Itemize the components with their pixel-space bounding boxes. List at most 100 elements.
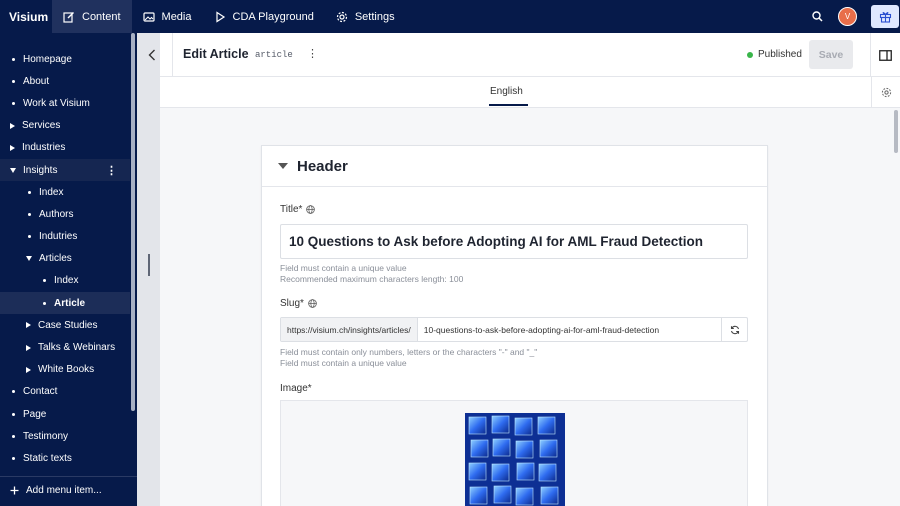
nav-settings[interactable]: Settings bbox=[325, 0, 406, 33]
sidebar-item-homepage[interactable]: Homepage bbox=[0, 48, 130, 70]
title-hint-length: Recommended maximum characters length: 1… bbox=[280, 273, 464, 284]
sidebar-item-insights[interactable]: Insights ⋮ bbox=[0, 158, 130, 182]
editor-main: Header Title* 10 Questions to Ask before… bbox=[160, 108, 900, 506]
caret-right-icon[interactable] bbox=[26, 366, 31, 373]
add-menu-item-label: Add menu item... bbox=[26, 485, 102, 496]
bullet-icon bbox=[12, 79, 15, 83]
caret-down-icon[interactable] bbox=[10, 167, 16, 173]
sidebar-item-label: Indutries bbox=[39, 231, 78, 243]
caret-right-icon[interactable] bbox=[26, 322, 31, 329]
refresh-icon bbox=[730, 325, 739, 334]
language-tabs: English bbox=[160, 77, 900, 108]
image-field[interactable] bbox=[280, 400, 748, 506]
regenerate-slug-button[interactable] bbox=[721, 318, 747, 341]
edit-icon bbox=[63, 11, 75, 23]
slug-hint-characters: Field must contain only numbers, letters… bbox=[280, 347, 538, 357]
add-menu-item-button[interactable]: Add menu item... bbox=[10, 485, 102, 496]
panel-splitter[interactable] bbox=[137, 33, 160, 506]
sidebar-item-label: Industries bbox=[22, 142, 66, 154]
bullet-icon bbox=[28, 212, 31, 216]
brand-logo[interactable]: Visium bbox=[0, 10, 52, 24]
status-label: Published bbox=[758, 49, 802, 60]
sidebar-item-label: Index bbox=[54, 275, 79, 287]
slug-field: https://visium.ch/insights/articles/ 10-… bbox=[280, 317, 748, 342]
slug-field-label: Slug* bbox=[280, 298, 317, 309]
sidebar-item-article[interactable]: Article bbox=[0, 292, 130, 315]
nav-cda-label: CDA Playground bbox=[232, 10, 314, 23]
bullet-icon bbox=[28, 190, 31, 194]
nav-content-label: Content bbox=[82, 10, 121, 23]
status-dot bbox=[747, 51, 753, 58]
caret-right-icon[interactable] bbox=[10, 144, 15, 151]
sidebar-item-label: Contact bbox=[23, 386, 58, 398]
bullet-icon bbox=[43, 301, 46, 305]
sidebar-scrollbar[interactable] bbox=[131, 33, 135, 411]
back-divider bbox=[160, 33, 173, 77]
bullet-icon bbox=[43, 279, 46, 283]
more-options-icon[interactable]: ⋮ bbox=[106, 164, 117, 177]
back-button[interactable] bbox=[145, 33, 159, 77]
language-settings-button[interactable] bbox=[871, 77, 900, 108]
sidebar-item-contact[interactable]: Contact bbox=[0, 381, 130, 403]
content-tree: Homepage About Work at Visium Services Indus… bbox=[0, 48, 130, 470]
sidebar-item-industries[interactable]: Industries bbox=[0, 137, 130, 159]
splitter-handle[interactable] bbox=[148, 254, 150, 276]
gear-icon bbox=[881, 87, 891, 98]
top-bar: Visium Content Media CDA Playground Sett… bbox=[0, 0, 900, 33]
toggle-side-panel-button[interactable] bbox=[870, 33, 900, 77]
caret-down-icon[interactable] bbox=[26, 256, 32, 262]
sidebar-item-label: Case Studies bbox=[38, 319, 98, 331]
sidebar-item-talks-webinars[interactable]: Talks & Webinars bbox=[0, 336, 130, 358]
sidebar-item-label: Static texts bbox=[23, 452, 72, 464]
chevron-left-icon bbox=[148, 49, 155, 60]
sidebar-item-label: Article bbox=[54, 297, 86, 309]
sidebar-item-articles[interactable]: Articles bbox=[0, 248, 130, 270]
sidebar-item-services[interactable]: Services bbox=[0, 115, 130, 137]
sidebar-item-indutries[interactable]: Indutries bbox=[0, 226, 130, 248]
sidebar-item-page[interactable]: Page bbox=[0, 403, 130, 425]
sidebar-item-label: Authors bbox=[39, 208, 74, 220]
sidebar-item-label: Testimony bbox=[23, 430, 69, 442]
slug-input[interactable]: 10-questions-to-ask-before-adopting-ai-f… bbox=[418, 325, 721, 335]
nav-media-label: Media bbox=[161, 10, 192, 23]
avatar[interactable]: V bbox=[838, 7, 857, 26]
sidebar-divider bbox=[0, 476, 137, 477]
title-input[interactable]: 10 Questions to Ask before Adopting AI f… bbox=[280, 224, 748, 259]
sidebar-item-label: Insights bbox=[23, 164, 58, 176]
sidebar-item-work-at-visium[interactable]: Work at Visium bbox=[0, 92, 130, 114]
sidebar-item-index[interactable]: Index bbox=[0, 181, 130, 203]
title-hint-unique: Field must contain a unique value bbox=[280, 263, 407, 273]
sidebar-item-about[interactable]: About bbox=[0, 70, 130, 92]
sidebar-item-index[interactable]: Index bbox=[0, 270, 130, 292]
image-thumbnail[interactable] bbox=[465, 413, 565, 506]
title-label-text: Title* bbox=[280, 204, 303, 215]
search-icon bbox=[811, 11, 823, 22]
nav-content[interactable]: Content bbox=[52, 0, 132, 33]
caret-right-icon[interactable] bbox=[10, 122, 15, 129]
bullet-icon bbox=[12, 456, 15, 460]
whats-new-button[interactable] bbox=[871, 5, 899, 28]
collapse-caret-icon[interactable] bbox=[278, 163, 288, 169]
sidebar-item-label: Articles bbox=[39, 253, 72, 265]
caret-right-icon[interactable] bbox=[26, 344, 31, 351]
section-header[interactable]: Header bbox=[262, 146, 767, 187]
sidebar-item-static-texts[interactable]: Static texts bbox=[0, 447, 130, 469]
image-preview bbox=[465, 413, 565, 506]
search-button[interactable] bbox=[802, 0, 832, 33]
more-options-icon[interactable]: ⋮ bbox=[307, 47, 318, 60]
tab-english[interactable]: English bbox=[490, 86, 523, 97]
sidebar-item-authors[interactable]: Authors bbox=[0, 203, 130, 225]
main-scrollbar[interactable] bbox=[894, 110, 898, 153]
image-label-text: Image* bbox=[280, 383, 312, 394]
sidebar-item-white-books[interactable]: White Books bbox=[0, 359, 130, 381]
slug-prefix: https://visium.ch/insights/articles/ bbox=[281, 318, 418, 341]
sidebar-item-testimony[interactable]: Testimony bbox=[0, 425, 130, 447]
save-button[interactable]: Save bbox=[809, 40, 853, 69]
sidebar-item-case-studies[interactable]: Case Studies bbox=[0, 314, 130, 336]
sidebar-item-label: White Books bbox=[38, 364, 95, 376]
nav-media[interactable]: Media bbox=[132, 0, 203, 33]
nav-cda-playground[interactable]: CDA Playground bbox=[203, 0, 325, 33]
sidebar-item-label: Work at Visium bbox=[23, 97, 90, 109]
play-icon bbox=[214, 10, 226, 23]
header-section-card: Header Title* 10 Questions to Ask before… bbox=[261, 145, 768, 506]
